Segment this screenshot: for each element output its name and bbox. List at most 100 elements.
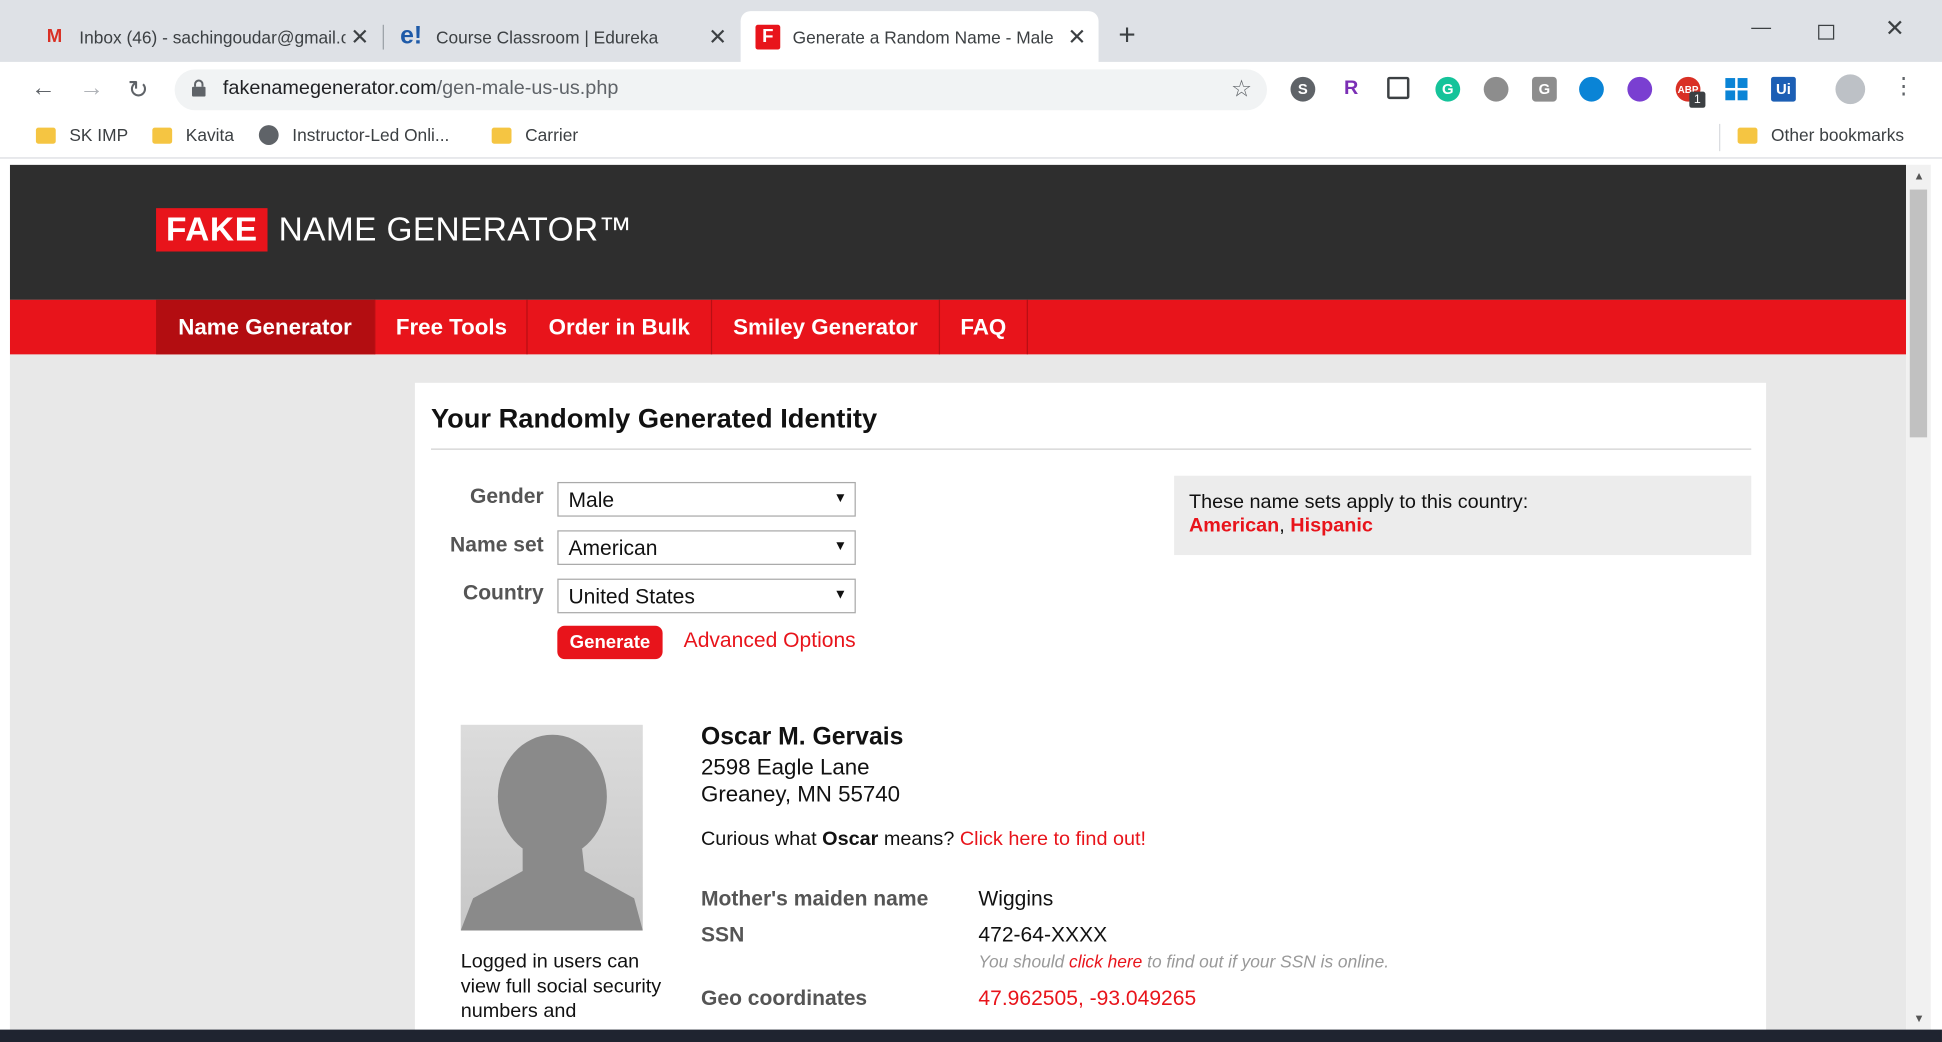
bookmark-divider bbox=[1719, 123, 1721, 152]
logo-fake: FAKE bbox=[156, 208, 268, 252]
bookmark-instructor-led[interactable]: Instructor-Led Onli... bbox=[258, 125, 449, 145]
scroll-thumb[interactable] bbox=[1909, 189, 1928, 438]
identity-card: Your Randomly Generated Identity Gender … bbox=[414, 382, 1767, 1033]
browser-toolbar: ← → ↻ fakenamegenerator.com/gen-male-us-… bbox=[0, 61, 1942, 117]
tab-fakename[interactable]: F Generate a Random Name - Male ✕ bbox=[740, 11, 1099, 62]
close-icon[interactable]: ✕ bbox=[708, 25, 727, 51]
gmail-icon: M bbox=[46, 26, 63, 48]
folder-icon bbox=[35, 126, 56, 144]
other-bookmarks[interactable]: Other bookmarks bbox=[1737, 125, 1905, 145]
nav-order-in-bulk[interactable]: Order in Bulk bbox=[528, 299, 713, 355]
site-header: FAKE NAME GENERATOR™ bbox=[9, 164, 1907, 300]
advanced-options-link[interactable]: Advanced Options bbox=[684, 628, 856, 653]
blue-circle-icon[interactable] bbox=[1579, 76, 1604, 102]
new-tab-icon[interactable]: + bbox=[1118, 19, 1135, 54]
menu-icon[interactable]: ⋮ bbox=[1892, 73, 1914, 99]
close-icon[interactable]: ✕ bbox=[1067, 25, 1086, 51]
logged-in-notice: Logged in users can view full social sec… bbox=[460, 951, 662, 1023]
gender-value: Male bbox=[568, 488, 615, 512]
close-window-icon[interactable]: ✕ bbox=[1885, 15, 1905, 43]
globe-icon bbox=[258, 125, 279, 145]
reload-icon[interactable]: ↻ bbox=[128, 74, 149, 105]
country-note: These name sets apply to this country: bbox=[1188, 491, 1529, 513]
person-silhouette-icon bbox=[460, 734, 643, 931]
taskbar bbox=[0, 1029, 1942, 1042]
site-logo[interactable]: FAKE NAME GENERATOR™ bbox=[156, 208, 632, 252]
nameset-select[interactable]: American ▼ bbox=[557, 530, 856, 565]
bookmark-star-icon[interactable]: ☆ bbox=[1231, 76, 1252, 104]
nameset-label: Name set bbox=[450, 532, 544, 557]
circle-extension-icon[interactable] bbox=[1483, 76, 1509, 102]
grammarly-icon[interactable]: G bbox=[1435, 76, 1461, 102]
bookmarks-bar: SK IMP Kavita Instructor-Led Onli... Car… bbox=[0, 116, 1942, 159]
tab-title: Generate a Random Name - Male bbox=[792, 26, 1053, 47]
close-icon[interactable]: ✕ bbox=[350, 25, 369, 51]
bookmark-label: Other bookmarks bbox=[1771, 125, 1905, 145]
page-scrollbar[interactable]: ▲ ▼ bbox=[1906, 164, 1931, 1033]
purple-extension-icon[interactable] bbox=[1627, 76, 1653, 102]
tab-title: Inbox (46) - sachingoudar@gmail.com bbox=[79, 26, 346, 47]
bookmark-label: Carrier bbox=[525, 125, 579, 145]
geo-value-link[interactable]: 47.962505, -93.049265 bbox=[978, 986, 1196, 1011]
ssn-note-text-2: to find out if your SSN is online. bbox=[1147, 951, 1390, 972]
url-path: /gen-male-us-us.php bbox=[436, 78, 619, 100]
nameset-link-american[interactable]: American bbox=[1189, 515, 1279, 536]
nameset-link-hispanic[interactable]: Hispanic bbox=[1290, 515, 1373, 536]
tab-strip: M Inbox (46) - sachingoudar@gmail.com ✕ … bbox=[0, 0, 1942, 62]
forward-icon[interactable]: → bbox=[79, 74, 104, 102]
nav-smiley-generator[interactable]: Smiley Generator bbox=[712, 299, 941, 355]
g-extension-icon[interactable]: G bbox=[1532, 76, 1557, 102]
dropdown-arrow-icon: ▼ bbox=[833, 490, 848, 506]
generate-button[interactable]: Generate bbox=[557, 625, 663, 660]
person-name: Oscar M. Gervais bbox=[700, 723, 904, 751]
screen-reader-icon[interactable] bbox=[1387, 76, 1410, 100]
curious-text: Curious what bbox=[700, 828, 817, 850]
nav-faq[interactable]: FAQ bbox=[940, 299, 1028, 355]
ssn-check-link[interactable]: click here bbox=[1069, 952, 1142, 972]
name-meaning-link[interactable]: Click here to find out! bbox=[960, 829, 1146, 850]
windows-icon[interactable] bbox=[1724, 77, 1749, 102]
gender-select[interactable]: Male ▼ bbox=[557, 481, 856, 517]
scroll-down-icon[interactable]: ▼ bbox=[1913, 1012, 1924, 1024]
address-bar[interactable]: fakenamegenerator.com/gen-male-us-us.php… bbox=[174, 69, 1267, 111]
curious-text-2: means? bbox=[883, 828, 955, 850]
uipath-icon[interactable]: Ui bbox=[1771, 76, 1796, 102]
tab-gmail[interactable]: M Inbox (46) - sachingoudar@gmail.com ✕ bbox=[27, 11, 381, 62]
folder-icon bbox=[1737, 126, 1758, 144]
nav-free-tools[interactable]: Free Tools bbox=[377, 299, 528, 355]
address-city: Greaney, MN 55740 bbox=[700, 781, 901, 807]
ssn-label: SSN bbox=[700, 923, 745, 947]
site-nav: Name Generator Free Tools Order in Bulk … bbox=[9, 299, 1907, 355]
r-extension-icon[interactable]: R bbox=[1339, 77, 1364, 102]
skype-icon[interactable]: S bbox=[1290, 76, 1316, 102]
lock-icon bbox=[191, 79, 206, 97]
bookmark-label: Kavita bbox=[185, 125, 234, 145]
bookmark-carrier[interactable]: Carrier bbox=[491, 125, 579, 145]
bookmark-sk-imp[interactable]: SK IMP bbox=[35, 125, 129, 145]
nav-name-generator[interactable]: Name Generator bbox=[156, 299, 376, 355]
country-select[interactable]: United States ▼ bbox=[557, 578, 856, 614]
bookmark-kavita[interactable]: Kavita bbox=[152, 125, 234, 145]
browser-window: M Inbox (46) - sachingoudar@gmail.com ✕ … bbox=[0, 0, 1942, 1042]
back-icon[interactable]: ← bbox=[31, 74, 56, 102]
mmn-value: Wiggins bbox=[978, 887, 1054, 911]
first-name: Oscar bbox=[822, 828, 879, 850]
dropdown-arrow-icon: ▼ bbox=[833, 587, 848, 603]
nameset-value: American bbox=[568, 536, 658, 561]
folder-icon bbox=[491, 126, 512, 144]
extension-badge: 1 bbox=[1689, 91, 1706, 108]
dropdown-arrow-icon: ▼ bbox=[833, 538, 848, 554]
fakename-icon: F bbox=[755, 24, 781, 49]
restore-icon[interactable] bbox=[1818, 24, 1835, 40]
address-street: 2598 Eagle Lane bbox=[700, 754, 870, 780]
edureka-icon: e! bbox=[400, 22, 423, 50]
minimize-icon[interactable]: — bbox=[1751, 17, 1771, 39]
profile-avatar-icon[interactable] bbox=[1835, 74, 1866, 105]
bookmark-label: SK IMP bbox=[69, 125, 129, 145]
tab-title: Course Classroom | Edureka bbox=[435, 26, 659, 47]
ssn-value: 472-64-XXXX bbox=[978, 923, 1108, 947]
country-nameset-box: These name sets apply to this country: A… bbox=[1174, 475, 1752, 556]
tab-edureka[interactable]: e! Course Classroom | Edureka ✕ bbox=[384, 11, 739, 62]
country-value: United States bbox=[568, 584, 695, 609]
scroll-up-icon[interactable]: ▲ bbox=[1913, 170, 1924, 182]
